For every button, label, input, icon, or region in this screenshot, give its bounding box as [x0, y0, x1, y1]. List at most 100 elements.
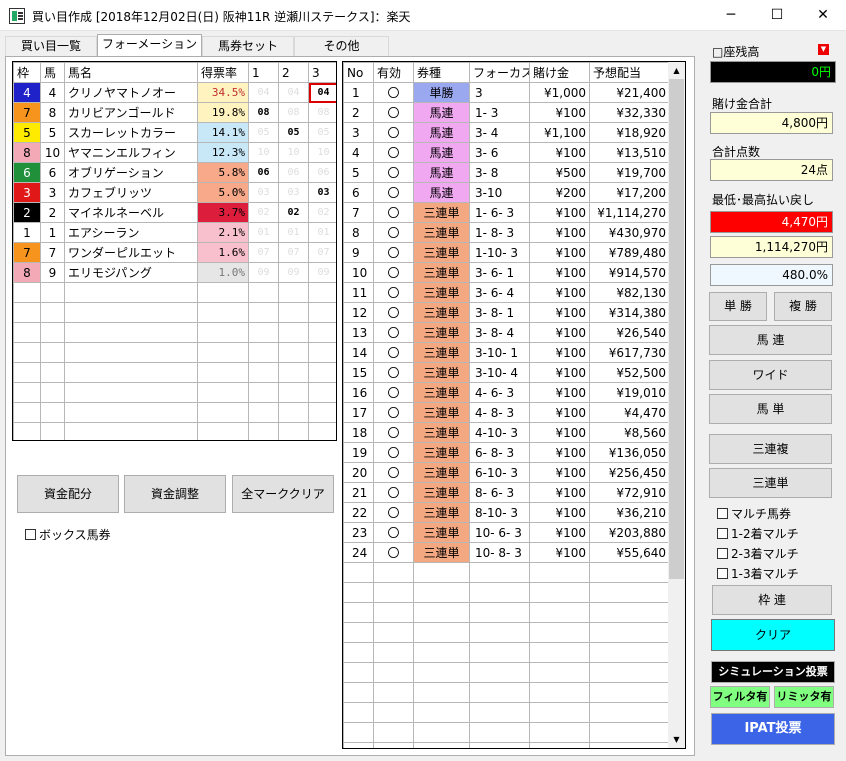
checkbox-box[interactable]	[25, 529, 36, 540]
horse-row[interactable]	[13, 302, 336, 323]
horse-row[interactable]	[13, 322, 336, 343]
bet-row[interactable]	[343, 622, 670, 643]
second-pick-cell[interactable]: 08	[278, 102, 309, 123]
horse-row[interactable]: 5 5 スカーレットカラー 14.1% 05 05 05	[13, 122, 336, 143]
dropdown-icon[interactable]: ▼	[818, 44, 829, 55]
first-pick-cell[interactable]	[248, 302, 279, 323]
maximize-button[interactable]: ☐	[754, 0, 800, 31]
bet-row[interactable]: 22 〇三連単 8-10- 3 ¥100 ¥36,210	[343, 502, 670, 523]
tab-bet-set[interactable]: 馬券セット	[202, 36, 294, 56]
checkbox-box[interactable]	[717, 568, 728, 579]
first-pick-cell[interactable]: 08	[248, 102, 279, 123]
multi12-checkbox[interactable]: 1-2着マルチ	[717, 525, 799, 542]
third-pick-cell[interactable]: 07	[308, 242, 336, 263]
horse-row[interactable]	[13, 342, 336, 363]
horse-row[interactable]	[13, 362, 336, 383]
second-pick-cell[interactable]: 02	[278, 202, 309, 223]
bet-row[interactable]	[343, 642, 670, 663]
bet-row[interactable]	[343, 742, 670, 748]
third-pick-cell[interactable]	[308, 422, 336, 440]
bet-row[interactable]	[343, 582, 670, 603]
simulation-button[interactable]: シミュレーション投票	[711, 661, 835, 683]
bet-row[interactable]: 21 〇三連単 8- 6- 3 ¥100 ¥72,910	[343, 482, 670, 503]
first-pick-cell[interactable]	[248, 382, 279, 403]
bet-row[interactable]: 4 〇馬連 3- 6 ¥100 ¥13,510	[343, 142, 670, 163]
bet-row[interactable]: 24 〇三連単 10- 8- 3 ¥100 ¥55,640	[343, 542, 670, 563]
filter-button[interactable]: フィルタ有	[710, 686, 770, 708]
first-pick-cell[interactable]: 01	[248, 222, 279, 243]
multi-checkbox[interactable]: マルチ馬券	[717, 505, 791, 522]
second-pick-cell[interactable]: 04	[278, 82, 309, 103]
second-pick-cell[interactable]: 06	[278, 162, 309, 183]
bet-row[interactable]: 10 〇三連単 3- 6- 1 ¥100 ¥914,570	[343, 262, 670, 283]
clear-button[interactable]: クリア	[711, 619, 835, 651]
horse-row[interactable]	[13, 422, 336, 440]
third-pick-cell[interactable]	[308, 282, 336, 303]
first-pick-cell[interactable]: 10	[248, 142, 279, 163]
scroll-down-icon[interactable]: ▼	[668, 731, 685, 748]
horse-row[interactable]: 3 3 カフェブリッツ 5.0% 03 03 03	[13, 182, 336, 203]
checkbox-box[interactable]	[717, 508, 728, 519]
horse-row[interactable]: 7 7 ワンダーピルエット 1.6% 07 07 07	[13, 242, 336, 263]
bet-row[interactable]: 17 〇三連単 4- 8- 3 ¥100 ¥4,470	[343, 402, 670, 423]
scroll-up-icon[interactable]: ▲	[668, 62, 685, 79]
clear-marks-button[interactable]: 全マーククリア	[232, 475, 334, 513]
bet-row[interactable]: 3 〇馬連 3- 4 ¥1,100 ¥18,920	[343, 122, 670, 143]
bet-row[interactable]: 23 〇三連単 10- 6- 3 ¥100 ¥203,880	[343, 522, 670, 543]
first-pick-cell[interactable]: 06	[248, 162, 279, 183]
minimize-button[interactable]: ─	[708, 0, 754, 31]
box-bet-checkbox[interactable]: ボックス馬券	[25, 526, 111, 543]
first-pick-cell[interactable]: 05	[248, 122, 279, 143]
third-pick-cell[interactable]	[308, 382, 336, 403]
third-pick-cell[interactable]: 08	[308, 102, 336, 123]
third-pick-cell[interactable]: 06	[308, 162, 336, 183]
bet-row[interactable]: 5 〇馬連 3- 8 ¥500 ¥19,700	[343, 162, 670, 183]
bet-row[interactable]	[343, 562, 670, 583]
second-pick-cell[interactable]: 05	[278, 122, 309, 143]
horse-row[interactable]: 4 4 クリノヤマトノオー 34.5% 04 04 04	[13, 82, 336, 103]
first-pick-cell[interactable]	[248, 342, 279, 363]
bet-row[interactable]	[343, 662, 670, 683]
bet-row[interactable]: 20 〇三連単 6-10- 3 ¥100 ¥256,450	[343, 462, 670, 483]
first-pick-cell[interactable]: 02	[248, 202, 279, 223]
umaren-button[interactable]: 馬 連	[709, 325, 832, 355]
second-pick-cell[interactable]: 03	[278, 182, 309, 203]
second-pick-cell[interactable]	[278, 282, 309, 303]
second-pick-cell[interactable]	[278, 322, 309, 343]
second-pick-cell[interactable]	[278, 362, 309, 383]
scroll-thumb[interactable]	[669, 79, 684, 579]
bet-row[interactable]	[343, 682, 670, 703]
third-pick-cell[interactable]	[308, 402, 336, 423]
bet-row[interactable]	[343, 602, 670, 623]
second-pick-cell[interactable]	[278, 302, 309, 323]
bet-row[interactable]: 19 〇三連単 6- 8- 3 ¥100 ¥136,050	[343, 442, 670, 463]
limit-button[interactable]: リミッタ有	[774, 686, 834, 708]
bet-row[interactable]: 8 〇三連単 1- 8- 3 ¥100 ¥430,970	[343, 222, 670, 243]
allocate-button[interactable]: 資金配分	[17, 475, 119, 513]
first-pick-cell[interactable]: 07	[248, 242, 279, 263]
third-pick-cell[interactable]: 10	[308, 142, 336, 163]
bet-row[interactable]: 15 〇三連単 3-10- 4 ¥100 ¥52,500	[343, 362, 670, 383]
multi13-checkbox[interactable]: 1-3着マルチ	[717, 565, 799, 582]
second-pick-cell[interactable]: 01	[278, 222, 309, 243]
second-pick-cell[interactable]	[278, 422, 309, 440]
horse-row[interactable]: 8 10 ヤマニンエルフィン 12.3% 10 10 10	[13, 142, 336, 163]
umatan-button[interactable]: 馬 単	[709, 394, 832, 424]
bet-grid-scrollbar[interactable]: ▲ ▼	[668, 62, 685, 748]
wakuren-button[interactable]: 枠 連	[712, 585, 832, 615]
bet-row[interactable]: 12 〇三連単 3- 8- 1 ¥100 ¥314,380	[343, 302, 670, 323]
checkbox-box[interactable]	[717, 548, 728, 559]
third-pick-cell[interactable]: 01	[308, 222, 336, 243]
third-pick-cell[interactable]	[308, 362, 336, 383]
horse-row[interactable]	[13, 402, 336, 423]
fukusho-button[interactable]: 複 勝	[774, 292, 832, 321]
first-pick-cell[interactable]: 09	[248, 262, 279, 283]
third-pick-cell[interactable]	[308, 302, 336, 323]
tab-formation[interactable]: フォーメーション	[97, 34, 202, 56]
horse-row[interactable]: 2 2 マイネルネーベル 3.7% 02 02 02	[13, 202, 336, 223]
bet-row[interactable]: 11 〇三連単 3- 6- 4 ¥100 ¥82,130	[343, 282, 670, 303]
sanrentan-button[interactable]: 三連単	[709, 468, 832, 498]
checkbox-box[interactable]	[717, 528, 728, 539]
bet-row[interactable]	[343, 722, 670, 743]
first-pick-cell[interactable]	[248, 322, 279, 343]
